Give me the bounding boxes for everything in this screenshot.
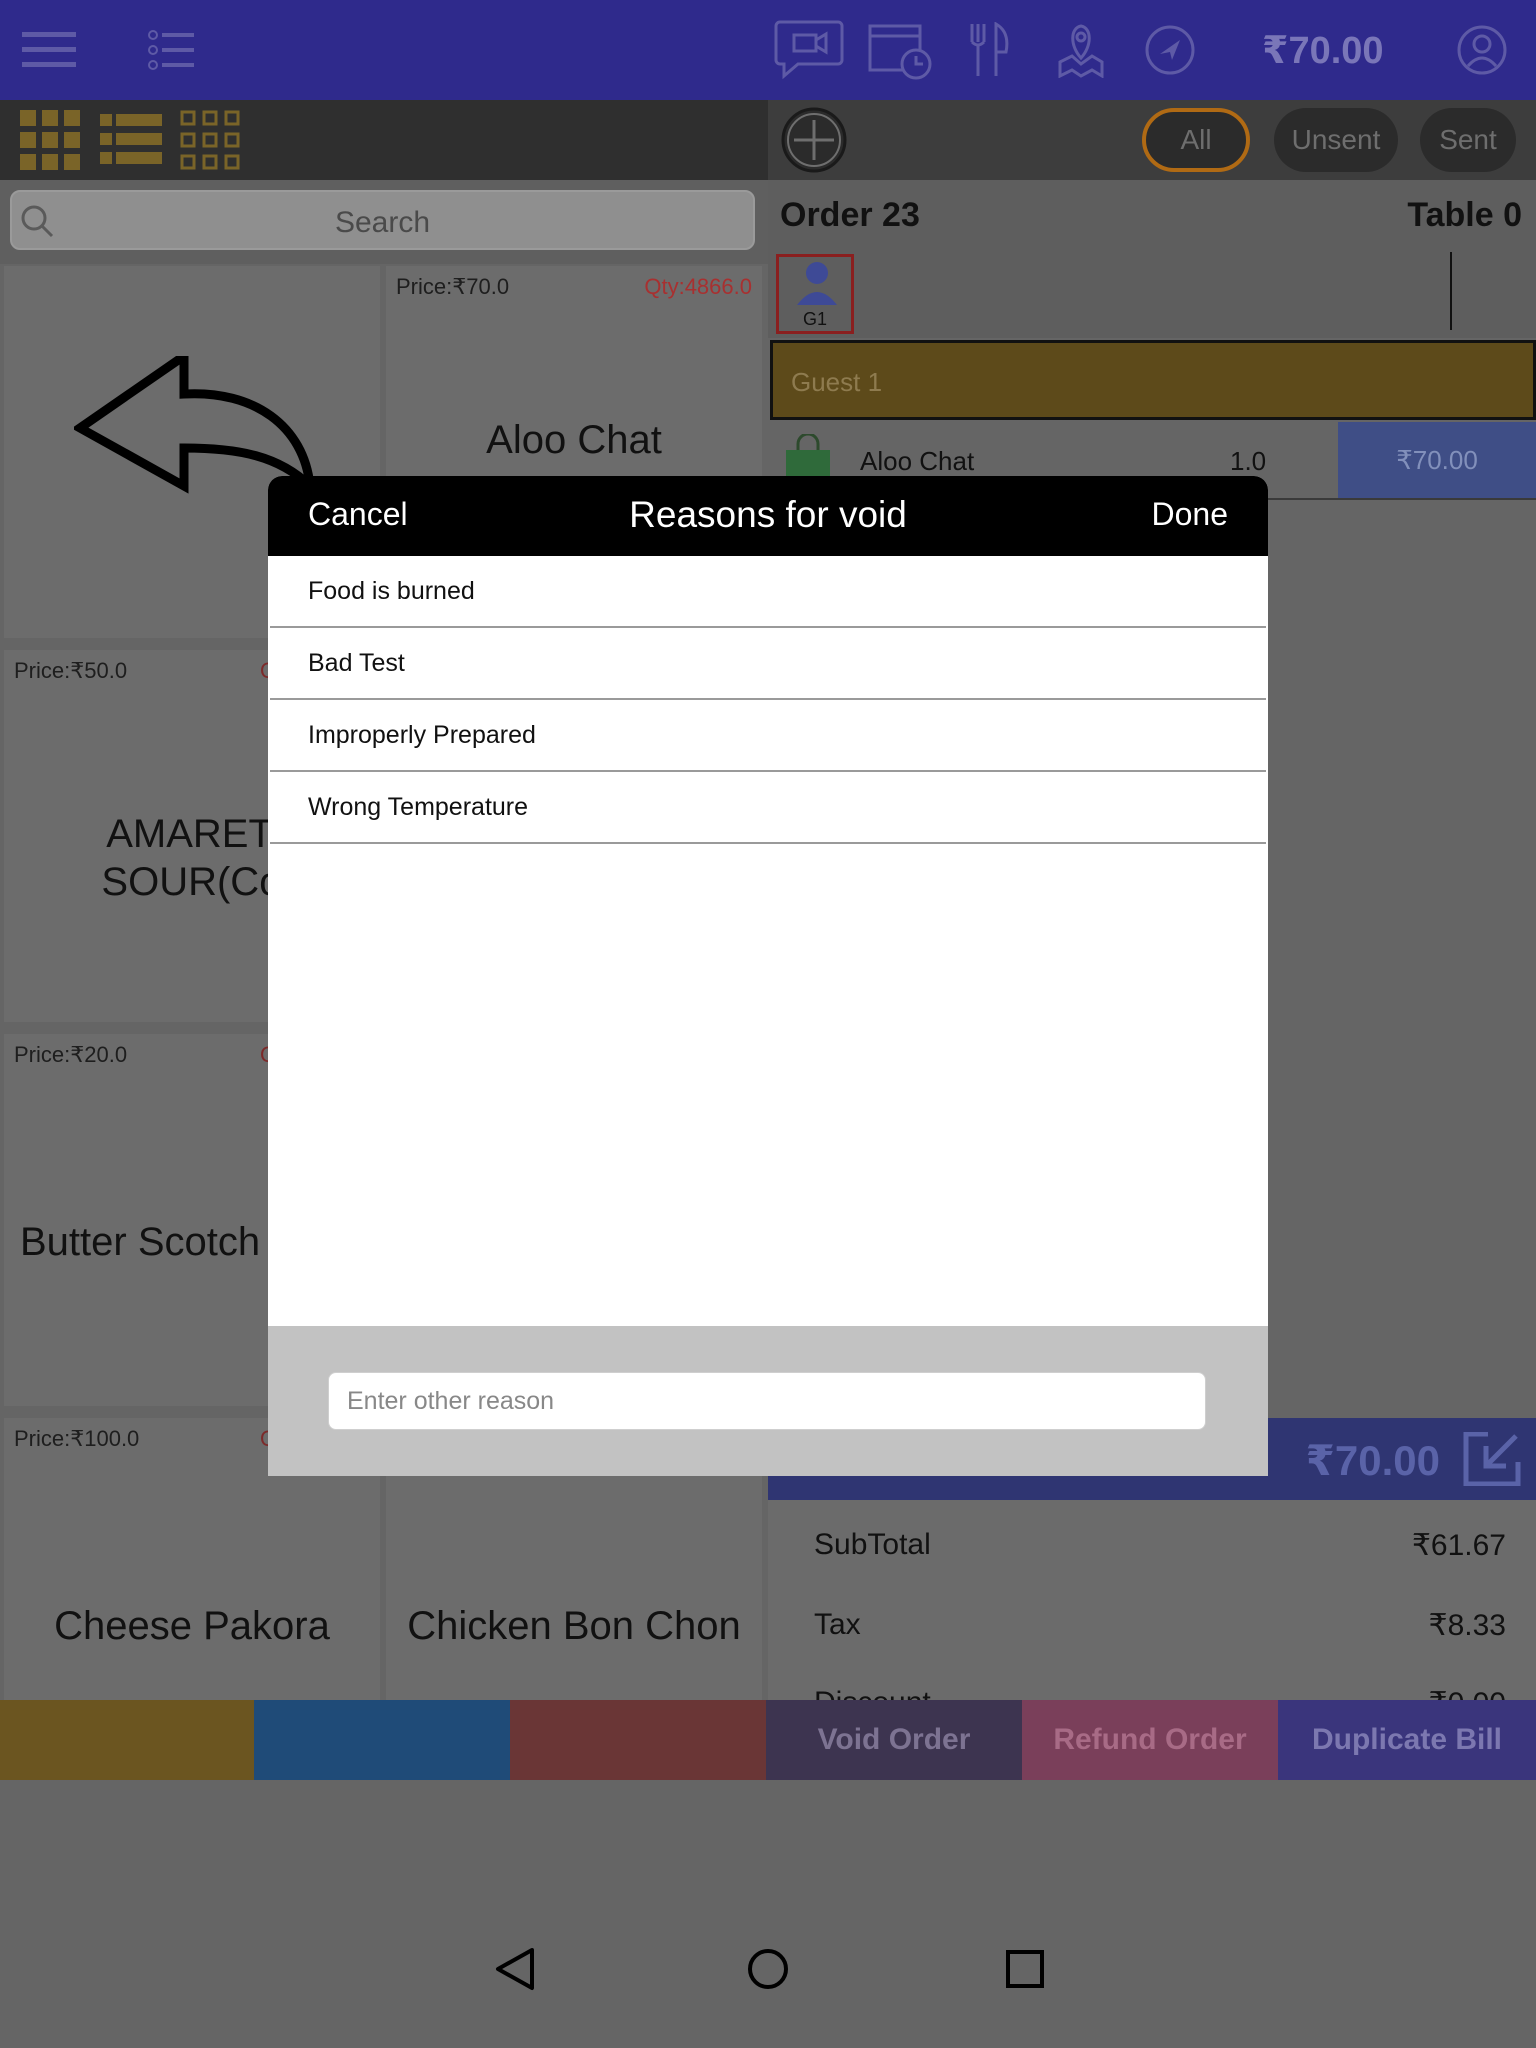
back-nav-icon[interactable] bbox=[492, 1946, 538, 1992]
header-total: ₹70.00 bbox=[1262, 30, 1384, 72]
item-price: ₹70.00 bbox=[1338, 422, 1536, 498]
tile-price: Price:₹100.0 bbox=[14, 1426, 140, 1451]
map-pin-icon[interactable] bbox=[1056, 22, 1106, 78]
item-name: Aloo Chat bbox=[860, 446, 975, 476]
grid-large-icon[interactable] bbox=[20, 110, 80, 170]
list-icon[interactable] bbox=[148, 30, 194, 70]
order-title: Order 23 bbox=[780, 196, 920, 234]
discount-value: ₹0.00 bbox=[1429, 1686, 1506, 1700]
void-reasons-dialog: Cancel Reasons for void Done Food is bur… bbox=[268, 476, 1268, 1476]
action-slot-2[interactable] bbox=[254, 1700, 510, 1780]
subtotal-row: SubTotal ₹61.67 bbox=[814, 1528, 1506, 1562]
subtotal-value: ₹61.67 bbox=[1411, 1529, 1506, 1562]
tax-label: Tax bbox=[814, 1608, 861, 1641]
guest-row[interactable]: Guest 1 bbox=[770, 340, 1536, 420]
tile-name: Cheese Pakora bbox=[54, 1604, 330, 1648]
guest-chip-label: G1 bbox=[802, 309, 827, 329]
navigate-icon[interactable] bbox=[1144, 24, 1196, 76]
order-header: Order 23 Table 0 bbox=[768, 180, 1536, 248]
guest-strip: G1 bbox=[768, 248, 1536, 338]
filter-sent-button[interactable]: Sent bbox=[1420, 108, 1516, 172]
tile-name: Chicken Bon Chon bbox=[407, 1604, 741, 1648]
dialog-footer bbox=[268, 1326, 1268, 1476]
tile-price: Price:₹20.0 bbox=[14, 1042, 128, 1067]
item-qty: 1.0 bbox=[1230, 446, 1267, 476]
reason-item[interactable]: Wrong Temperature bbox=[270, 772, 1266, 844]
add-icon[interactable] bbox=[780, 106, 848, 174]
view-toolbar bbox=[0, 100, 768, 180]
tax-value: ₹8.33 bbox=[1428, 1609, 1506, 1642]
order-summary: SubTotal ₹61.67 Tax ₹8.33 Discount ₹0.00 bbox=[768, 1500, 1536, 1700]
action-bar: Void Order Refund Order Duplicate Bill bbox=[0, 1700, 1536, 1780]
tile-price: Price:₹50.0 bbox=[14, 658, 128, 683]
tax-row: Tax ₹8.33 bbox=[814, 1608, 1506, 1642]
recents-nav-icon[interactable] bbox=[1004, 1946, 1048, 1992]
order-total: ₹70.00 bbox=[1305, 1437, 1440, 1484]
void-order-button[interactable]: Void Order bbox=[766, 1700, 1022, 1780]
tile-name: Aloo Chat bbox=[486, 418, 662, 462]
system-nav-bar bbox=[0, 1910, 1536, 2048]
user-icon[interactable] bbox=[1456, 24, 1508, 76]
filter-all-button[interactable]: All bbox=[1142, 108, 1250, 172]
table-label: Table 0 bbox=[1407, 196, 1522, 234]
subtotal-label: SubTotal bbox=[814, 1528, 931, 1561]
tile-qty: Qty:4866.0 bbox=[644, 274, 752, 299]
menu-icon[interactable] bbox=[22, 30, 76, 70]
guest-chip[interactable]: G1 bbox=[776, 254, 854, 334]
guest-row-label: Guest 1 bbox=[791, 367, 883, 397]
utensils-icon[interactable] bbox=[966, 22, 1014, 78]
reason-item[interactable]: Bad Test bbox=[270, 628, 1266, 700]
top-bar: ₹70.00 bbox=[0, 0, 1536, 100]
refund-order-button[interactable]: Refund Order bbox=[1022, 1700, 1278, 1780]
home-nav-icon[interactable] bbox=[746, 1946, 790, 1992]
guest-divider bbox=[1450, 252, 1452, 330]
done-button[interactable]: Done bbox=[1152, 496, 1229, 533]
duplicate-bill-button[interactable]: Duplicate Bill bbox=[1278, 1700, 1536, 1780]
reasons-list: Food is burned Bad Test Improperly Prepa… bbox=[270, 556, 1266, 1402]
discount-row: Discount ₹0.00 bbox=[814, 1686, 1506, 1700]
list-view-icon[interactable] bbox=[100, 114, 162, 164]
search-area: Search bbox=[0, 180, 768, 264]
search-placeholder: Search bbox=[334, 206, 431, 239]
filter-unsent-button[interactable]: Unsent bbox=[1274, 108, 1398, 172]
guest-icon bbox=[797, 262, 837, 305]
chat-video-icon[interactable] bbox=[774, 18, 846, 80]
action-slot-1[interactable] bbox=[0, 1700, 254, 1780]
order-filter-bar: All Unsent Sent bbox=[768, 100, 1536, 180]
dialog-header: Cancel Reasons for void Done bbox=[268, 476, 1268, 556]
dialog-title: Reasons for void bbox=[629, 494, 907, 535]
reason-item[interactable]: Improperly Prepared bbox=[270, 700, 1266, 772]
action-slot-3[interactable] bbox=[510, 1700, 766, 1780]
tile-price: Price:₹70.0 bbox=[396, 274, 510, 299]
collapse-icon[interactable] bbox=[1462, 1432, 1522, 1486]
discount-label: Discount bbox=[814, 1686, 931, 1700]
search-input[interactable]: Search bbox=[10, 190, 755, 250]
other-reason-input[interactable] bbox=[328, 1372, 1206, 1430]
reason-item[interactable]: Food is burned bbox=[270, 556, 1266, 628]
grid-small-icon[interactable] bbox=[180, 110, 240, 170]
calendar-clock-icon[interactable] bbox=[868, 20, 934, 80]
